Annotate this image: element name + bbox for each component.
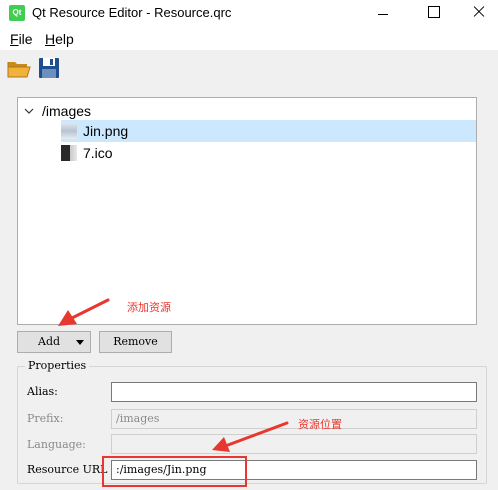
annotation-arrow-add [58,298,110,326]
annotation-arrow-url [212,421,289,452]
annotation-arrows [58,298,289,452]
resource-editor-window: Qt Qt Resource Editor - Resource.qrc Fil… [0,0,498,490]
